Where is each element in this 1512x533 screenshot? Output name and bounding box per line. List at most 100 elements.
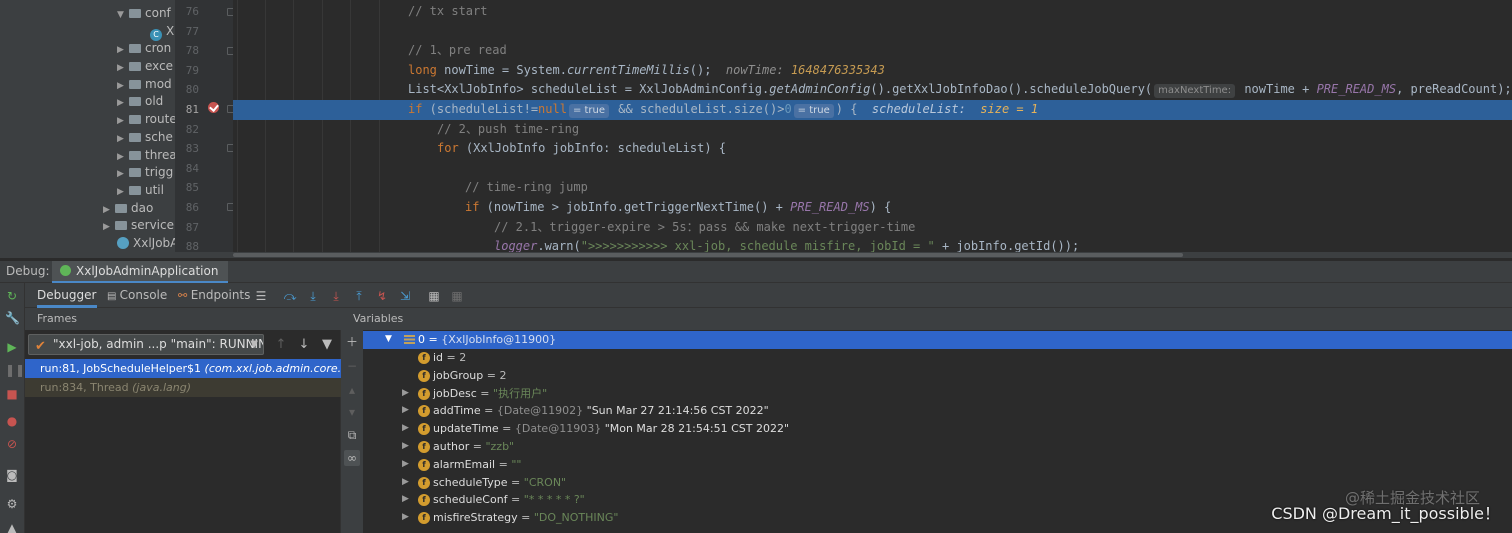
tree-item-util[interactable]: ▶ util (117, 181, 164, 199)
arrow-down-icon[interactable]: ↓ (296, 337, 312, 353)
thread-selector[interactable]: ✔ "xxl-job, admin ...p "main": RUNNING ▼ (28, 334, 264, 355)
tree-item-sche[interactable]: ▶ sche (117, 128, 173, 146)
tree-item-app[interactable]: XxlJobA (117, 234, 175, 252)
layout-menu-icon[interactable]: ☰ (253, 288, 269, 304)
step-over-icon[interactable]: ⤓ (305, 288, 321, 304)
settings-gear-icon[interactable]: ⚙ (5, 497, 19, 511)
debug-bug-icon (60, 265, 71, 276)
remove-watch-icon[interactable]: − (344, 358, 360, 374)
step-into-icon[interactable]: ⤓ (328, 288, 344, 304)
variable-row[interactable]: ▶ f addTime = {Date@11902} "Sun Mar 27 21:… (363, 402, 1512, 420)
folder-icon (115, 221, 127, 230)
tree-item-route[interactable]: ▶ route (117, 110, 175, 128)
step-out-icon[interactable]: ↯ (374, 288, 390, 304)
tree-item-cron[interactable]: ▶ cron (117, 39, 171, 57)
trace-icon[interactable]: ▦ (449, 288, 465, 304)
frames-panel: Frames ✔ "xxl-job, admin ...p "main": RUN… (25, 308, 341, 533)
folder-icon (129, 9, 141, 18)
folder-icon (129, 97, 141, 106)
tree-item-mod[interactable]: ▶ mod (117, 75, 172, 93)
variable-text: 0 = {XxlJobInfo@11900} (418, 333, 557, 346)
variable-row[interactable]: f id = 2 (363, 349, 1512, 367)
variable-row[interactable]: ▶ f alarmEmail = "" (363, 456, 1512, 474)
variable-value: "* * * * * ?" (523, 493, 585, 507)
move-up-icon[interactable]: ▴ (344, 382, 360, 398)
tree-item-service[interactable]: ▶ service (103, 216, 174, 234)
resume-icon[interactable]: ▶ (5, 340, 19, 354)
rerun-icon[interactable]: ↻ (5, 289, 19, 303)
field-icon: f (418, 512, 430, 525)
variable-row[interactable]: ▶ f scheduleType = "CRON" (363, 474, 1512, 492)
tree-item-label: service (131, 218, 174, 232)
variable-name: misfireStrategy (433, 511, 518, 525)
code-constant: PRE_READ_MS (790, 200, 870, 214)
camera-icon[interactable]: ◙ (5, 468, 19, 482)
variable-eq: = (507, 493, 524, 507)
frame-method: run:81, JobScheduleHelper$1 (40, 362, 205, 375)
variable-value: "" (511, 457, 522, 471)
stack-frame[interactable]: run:834, Thread (java.lang) (25, 378, 341, 397)
tree-item-conf[interactable]: ▼ conf (117, 4, 171, 22)
scrollbar-thumb[interactable] (233, 253, 1183, 257)
variable-text: addTime = {Date@11902} "Sun Mar 27 21:14… (433, 402, 769, 420)
variable-row[interactable]: ▶ f jobDesc = "执行用户" (363, 385, 1512, 403)
pause-icon[interactable]: ❚❚ (5, 363, 25, 377)
variable-row-root[interactable]: ▼ 0 = {XxlJobInfo@11900} (363, 331, 1512, 349)
tree-item-dao[interactable]: ▶ dao (103, 199, 153, 217)
code-comment: // tx start (408, 4, 488, 18)
tree-item-label: exce (145, 59, 174, 73)
move-down-icon[interactable]: ▾ (344, 404, 360, 420)
editor-gutter[interactable]: 76 77 78 79 80 81 82 83 84 85 86 87 88 (175, 0, 235, 258)
pin-icon[interactable]: ▲ (5, 521, 19, 533)
force-step-into-icon[interactable]: ⤒ (351, 288, 367, 304)
code-keyword: if (408, 102, 423, 116)
variable-row[interactable]: f jobGroup = 2 (363, 367, 1512, 385)
tab-console[interactable]: ▤ Console (107, 283, 167, 308)
editor-area: ▼ conf CX ▶ cron ▶ exce ▶ mod ▶ old ▶ route ▶ s… (0, 0, 1512, 258)
stack-frame[interactable]: run:81, JobScheduleHelper$1 (com.xxl.job… (25, 359, 341, 378)
variable-row[interactable]: ▶ f author = "zzb" (363, 438, 1512, 456)
filter-icon[interactable]: ▼ (319, 337, 335, 353)
tree-item-class[interactable]: CX (150, 22, 174, 41)
variable-text: scheduleConf = "* * * * * ?" (433, 491, 585, 509)
variable-value: "Mon Mar 28 21:54:51 CST 2022" (604, 422, 790, 436)
watermark: @稀土掘金技术社区 CSDN @Dream_it_possible！ (1271, 489, 1500, 524)
stop-icon[interactable]: ■ (5, 387, 19, 401)
inline-debug-name: nowTime: (725, 62, 791, 77)
tree-item-exce[interactable]: ▶ exce (117, 57, 173, 75)
watermark-faint: @稀土掘金技术社区 (1344, 489, 1480, 507)
frames-header: Frames (25, 308, 341, 330)
mute-breakpoints-icon[interactable]: ⊘ (5, 437, 19, 451)
run-to-cursor-icon[interactable]: ⇲ (397, 288, 413, 304)
breakpoint-icon[interactable] (208, 102, 219, 113)
variable-name: jobDesc (433, 386, 477, 400)
wrench-icon[interactable]: 🔧 (5, 311, 20, 325)
code-text: (scheduleList!= (422, 102, 539, 116)
view-breakpoints-icon[interactable]: ● (5, 414, 19, 428)
code-editor[interactable]: // tx start // 1、pre read long nowTime =… (233, 0, 1512, 258)
debug-tabs-toolbar: Debugger ▤ Console ⚯ Endpoints ☰ ⤼ ⤓ ⤓ ⤒… (25, 283, 1512, 308)
tab-endpoints[interactable]: ⚯ Endpoints (178, 283, 250, 308)
tree-item-threa[interactable]: ▶ threa (117, 146, 175, 164)
field-icon: f (418, 494, 430, 507)
show-execution-point-icon[interactable]: ⤼ (282, 288, 298, 304)
arrow-up-icon[interactable]: ↑ (273, 337, 289, 353)
evaluate-expression-icon[interactable]: ▦ (426, 288, 442, 304)
variable-name: 0 (418, 333, 425, 346)
variable-name: addTime (433, 404, 481, 418)
tab-label: Console (119, 288, 168, 302)
tree-item-trigg[interactable]: ▶ trigg (117, 163, 173, 181)
tree-item-old[interactable]: ▶ old (117, 92, 163, 110)
copy-icon[interactable]: ⧉ (344, 427, 360, 443)
tree-item-label: util (145, 183, 164, 197)
variable-row[interactable]: ▶ f updateTime = {Date@11903} "Mon Mar 28 … (363, 420, 1512, 438)
tab-debugger[interactable]: Debugger (37, 283, 97, 308)
frame-package: (java.lang) (132, 381, 192, 394)
code-text: && scheduleList.size()> (611, 102, 785, 116)
variable-value: "Sun Mar 27 21:14:56 CST 2022" (586, 404, 769, 418)
glasses-icon[interactable]: ∞ (344, 450, 360, 466)
run-config-tab[interactable]: XxlJobAdminApplication (52, 261, 229, 283)
variable-eq: = (495, 457, 512, 471)
variable-text: scheduleType = "CRON" (433, 474, 566, 492)
add-watch-icon[interactable]: ＋ (344, 334, 360, 350)
